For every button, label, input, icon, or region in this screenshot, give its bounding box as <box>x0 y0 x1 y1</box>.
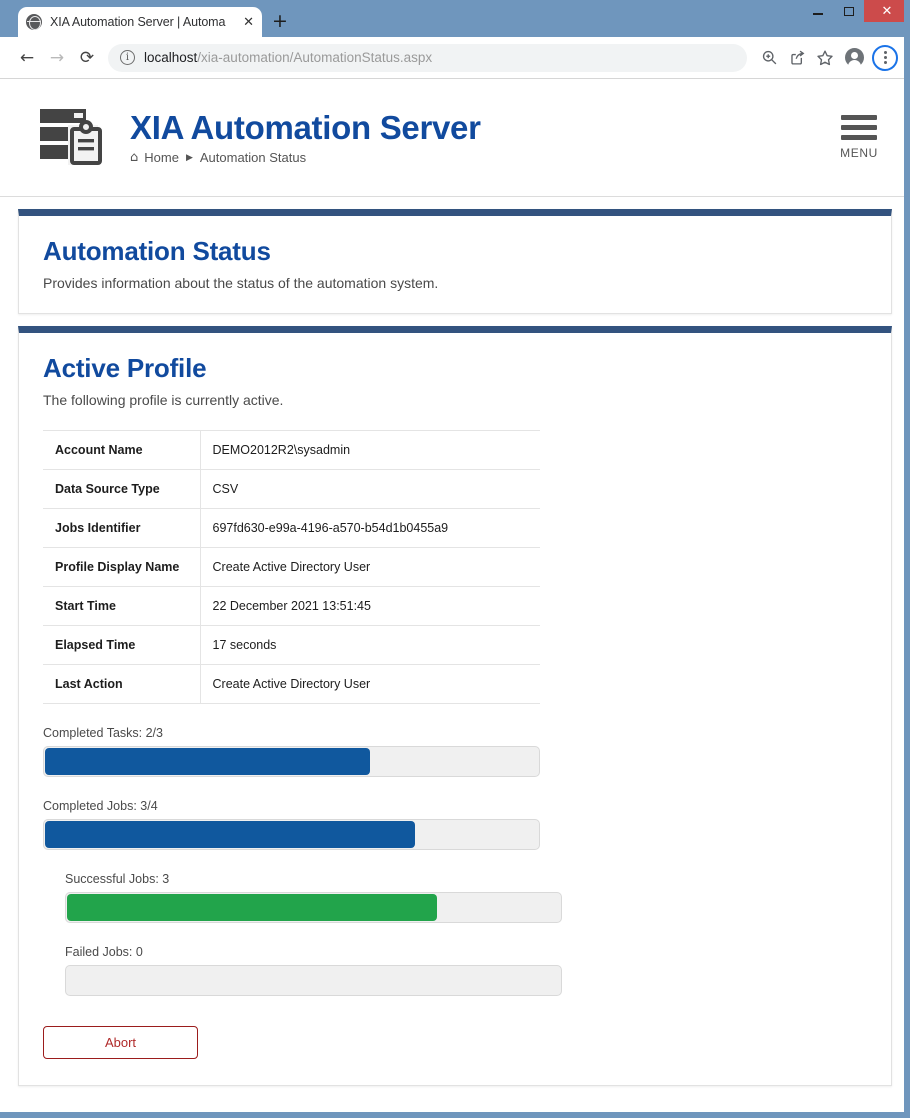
active-profile-title: Active Profile <box>43 353 207 383</box>
minimize-button[interactable] <box>802 0 833 22</box>
close-icon: ✕ <box>881 3 893 19</box>
progress-label: Failed Jobs: 0 <box>65 945 143 959</box>
progress-bar-fill <box>67 894 437 921</box>
table-row-label: Start Time <box>43 586 201 626</box>
active-profile-subtitle: The following profile is currently activ… <box>43 392 284 408</box>
url-host: localhost <box>144 50 198 65</box>
tab-title: XIA Automation Server | Automa <box>50 15 226 29</box>
table-row: Data Source Type CSV <box>43 469 540 509</box>
page-body: Automation Status Provides information a… <box>0 197 910 1086</box>
brand-text: XIA Automation Server ⌂ Home ▶ Automatio… <box>130 108 832 165</box>
table-row: Elapsed Time 17 seconds <box>43 625 540 665</box>
profile-table: Account Name DEMO2012R2\sysadmin Data Sour… <box>43 430 540 704</box>
progress-container: Completed Tasks: 2/3 Completed Jobs: 3/4 S… <box>43 726 867 996</box>
url-path: /xia-automation/AutomationStatus.aspx <box>197 50 433 65</box>
window-frame-bottom <box>0 1112 910 1118</box>
site-info-icon[interactable]: i <box>120 50 135 65</box>
breadcrumb-current: Automation Status <box>199 150 307 166</box>
table-row-value: Create Active Directory User <box>212 677 371 691</box>
browser-tab[interactable]: XIA Automation Server | Automa ✕ <box>18 7 262 37</box>
table-row-value: Create Active Directory User <box>212 560 371 574</box>
forward-button[interactable]: → <box>42 43 72 73</box>
progress-label: Successful Jobs: 3 <box>65 872 170 886</box>
table-row-value: CSV <box>212 482 239 496</box>
new-tab-button[interactable]: + <box>272 12 288 31</box>
zoom-in-icon[interactable] <box>755 44 783 72</box>
progress-block: Completed Jobs: 3/4 <box>43 799 867 850</box>
maximize-icon <box>843 6 854 16</box>
page-subtitle: Provides information about the status of… <box>43 275 439 291</box>
abort-button[interactable]: Abort <box>43 1026 198 1059</box>
star-icon[interactable] <box>811 44 839 72</box>
breadcrumb-home-link[interactable]: Home <box>144 150 179 165</box>
table-row: Start Time 22 December 2021 13:51:45 <box>43 586 540 626</box>
panel-active-profile: Active Profile The following profile is … <box>18 326 892 1086</box>
share-icon[interactable] <box>783 44 811 72</box>
table-row-value: 697fd630-e99a-4196-a570-b54d1b0455a9 <box>212 521 449 535</box>
maximize-button[interactable] <box>833 0 864 22</box>
table-row: Jobs Identifier 697fd630-e99a-4196-a570-b… <box>43 508 540 548</box>
site-header: XIA Automation Server ⌂ Home ▶ Automatio… <box>0 79 910 197</box>
table-row: Last Action Create Active Directory User <box>43 664 540 704</box>
browser-window: XIA Automation Server | Automa ✕ + ✕ ← →… <box>0 0 910 1118</box>
progress-bar <box>65 965 562 996</box>
progress-bar <box>43 819 540 850</box>
hamburger-icon <box>841 115 877 120</box>
table-row-label: Elapsed Time <box>43 625 201 665</box>
progress-bar <box>43 746 540 777</box>
progress-bar-fill <box>45 821 415 848</box>
progress-bar <box>65 892 562 923</box>
breadcrumb: ⌂ Home ▶ Automation Status <box>130 150 832 165</box>
server-clipboard-logo-icon <box>38 103 114 173</box>
url-text: localhost/xia-automation/AutomationStatu… <box>144 50 432 65</box>
progress-block: Completed Tasks: 2/3 <box>43 726 867 777</box>
address-bar[interactable]: i localhost/xia-automation/AutomationSta… <box>108 43 747 72</box>
panel-automation-status: Automation Status Provides information a… <box>18 209 892 314</box>
progress-block: Failed Jobs: 0 <box>65 945 867 996</box>
window-controls: ✕ <box>802 0 910 22</box>
table-row: Account Name DEMO2012R2\sysadmin <box>43 430 540 470</box>
kebab-menu-icon[interactable] <box>872 44 898 71</box>
minimize-icon <box>812 13 823 15</box>
menu-label: MENU <box>840 146 878 160</box>
avatar[interactable] <box>845 48 864 68</box>
home-icon: ⌂ <box>130 150 139 166</box>
browser-toolbar: ← → ⟳ i localhost/xia-automation/Automat… <box>0 37 910 79</box>
chevron-right-icon: ▶ <box>185 152 193 163</box>
table-row-label: Last Action <box>43 664 201 704</box>
back-button[interactable]: ← <box>12 43 42 73</box>
tab-strip: XIA Automation Server | Automa ✕ + ✕ <box>0 0 910 37</box>
progress-block: Successful Jobs: 3 <box>65 872 867 923</box>
table-row-label: Jobs Identifier <box>43 508 201 548</box>
window-frame-right <box>904 0 910 1118</box>
globe-icon <box>26 14 42 30</box>
page-viewport: XIA Automation Server ⌂ Home ▶ Automatio… <box>0 79 910 1118</box>
page-title: Automation Status <box>43 236 271 266</box>
progress-label: Completed Tasks: 2/3 <box>43 726 163 740</box>
app-title: XIA Automation Server <box>130 108 481 146</box>
table-row-value: 22 December 2021 13:51:45 <box>212 599 371 613</box>
table-row-label: Profile Display Name <box>43 547 201 587</box>
close-icon[interactable]: ✕ <box>243 16 254 29</box>
table-row-value: DEMO2012R2\sysadmin <box>212 443 351 457</box>
progress-label: Completed Jobs: 3/4 <box>43 799 158 813</box>
progress-bar-fill <box>45 748 371 775</box>
table-row: Profile Display Name Create Active Direct… <box>43 547 540 587</box>
table-row-label: Account Name <box>43 430 201 470</box>
table-row-value: 17 seconds <box>212 638 277 652</box>
menu-button[interactable]: MENU <box>832 115 886 160</box>
reload-button[interactable]: ⟳ <box>72 43 102 73</box>
table-row-label: Data Source Type <box>43 469 201 509</box>
